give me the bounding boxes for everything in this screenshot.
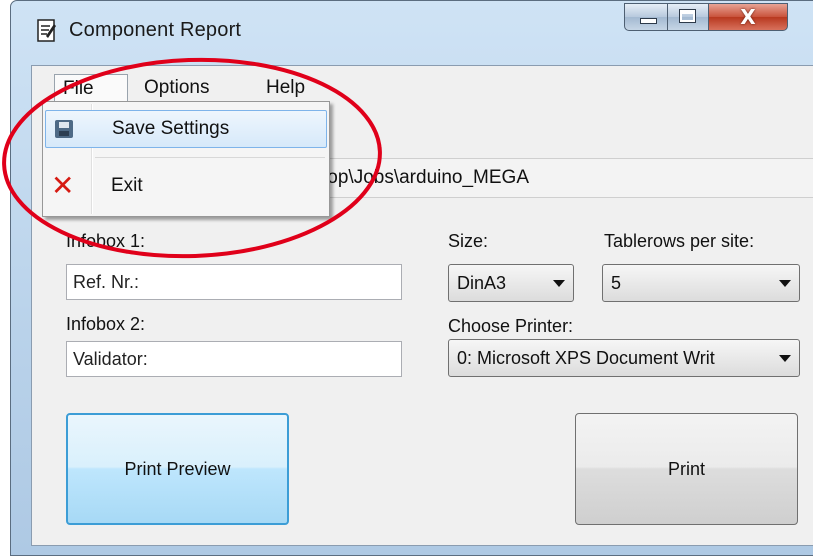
- printer-select-value: 0: Microsoft XPS Document Writ: [457, 348, 715, 368]
- infobox2-label: Infobox 2:: [66, 314, 146, 334]
- save-icon: [55, 120, 73, 138]
- menu-bar: File Options Help: [32, 70, 813, 104]
- maximize-button[interactable]: [667, 3, 709, 31]
- chevron-down-icon: [779, 355, 791, 362]
- title-bar[interactable]: Component Report X: [11, 1, 813, 65]
- window-title: Component Report: [69, 19, 242, 41]
- file-dropdown-menu: Save Settings ✕ Exit: [42, 101, 330, 217]
- infobox2-input[interactable]: Validator:: [66, 341, 402, 377]
- minimize-icon: [640, 18, 657, 24]
- app-icon: [37, 19, 56, 42]
- exit-label: Exit: [111, 175, 143, 196]
- save-settings-label: Save Settings: [112, 118, 230, 139]
- exit-icon: ✕: [51, 169, 75, 202]
- menu-options[interactable]: Options: [136, 74, 217, 102]
- printer-label: Choose Printer:: [448, 316, 574, 336]
- print-label: Print: [667, 458, 705, 479]
- tablerows-select-value: 5: [611, 273, 622, 293]
- chevron-down-icon: [779, 280, 791, 287]
- maximize-icon: [680, 10, 695, 22]
- chevron-down-icon: [553, 280, 565, 287]
- size-select[interactable]: DinA3: [448, 264, 574, 302]
- menu-help[interactable]: Help: [258, 74, 313, 102]
- size-label: Size:: [448, 231, 489, 251]
- size-select-value: DinA3: [457, 273, 507, 293]
- minimize-button[interactable]: [624, 3, 668, 31]
- print-preview-label: Print Preview: [124, 458, 231, 479]
- close-button[interactable]: X: [708, 3, 788, 31]
- menu-separator: [95, 157, 325, 158]
- path-value: top\Jobs\arduino_MEGA: [322, 167, 530, 188]
- menu-item-exit[interactable]: ✕ Exit: [45, 168, 327, 206]
- printer-select[interactable]: 0: Microsoft XPS Document Writ: [448, 339, 800, 377]
- tablerows-select[interactable]: 5: [602, 264, 800, 302]
- infobox1-label: Infobox 1:: [66, 231, 146, 251]
- close-icon: X: [740, 5, 756, 29]
- menu-item-save-settings[interactable]: Save Settings: [45, 110, 327, 148]
- app-window: Component Report X File Options Help top…: [10, 0, 813, 556]
- print-preview-button[interactable]: Print Preview: [66, 413, 289, 525]
- menu-file[interactable]: File: [54, 74, 128, 102]
- tablerows-label: Tablerows per site:: [604, 231, 755, 251]
- print-button[interactable]: Print: [575, 413, 798, 525]
- infobox1-input[interactable]: Ref. Nr.:: [66, 264, 402, 300]
